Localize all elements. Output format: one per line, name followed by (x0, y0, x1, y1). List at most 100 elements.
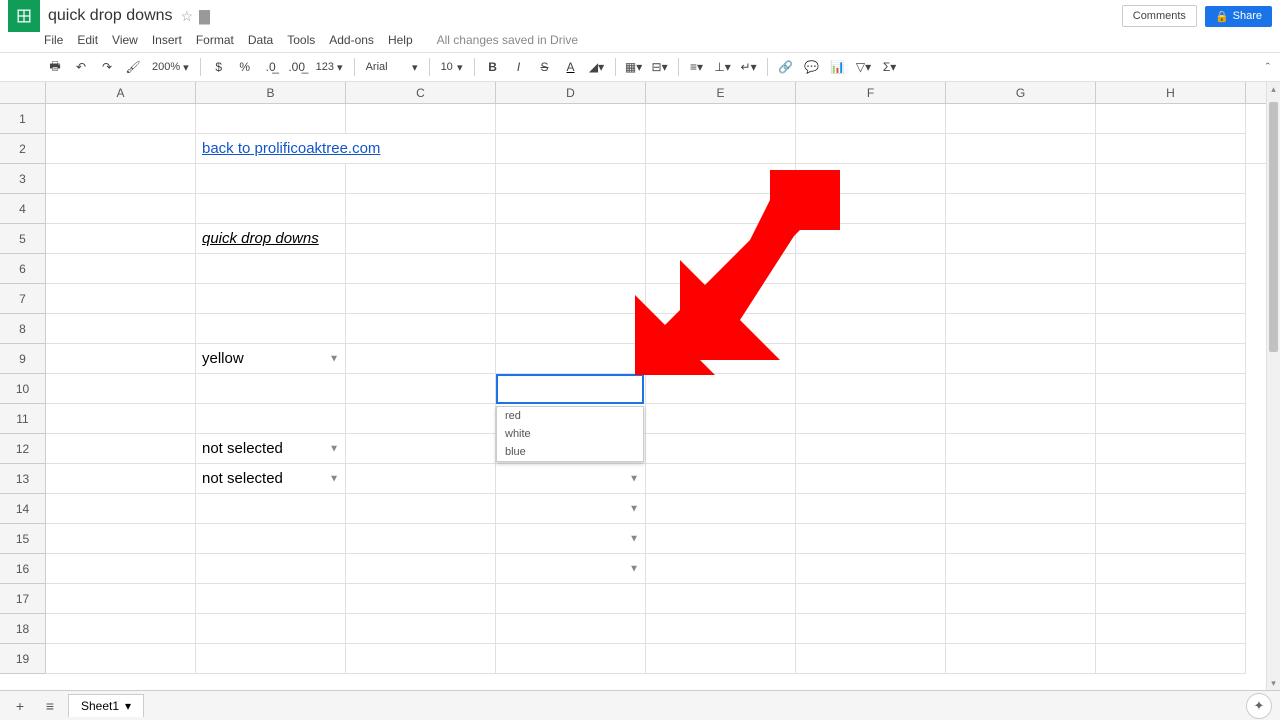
cell-e19[interactable] (646, 644, 796, 674)
cell-f1[interactable] (796, 104, 946, 134)
cell-f15[interactable] (796, 524, 946, 554)
cell-c1[interactable] (346, 104, 496, 134)
cell-h11[interactable] (1096, 404, 1246, 434)
row-header-10[interactable]: 10 (0, 374, 45, 404)
cell-g11[interactable] (946, 404, 1096, 434)
share-button[interactable]: 🔒 Share (1205, 6, 1272, 27)
cell-g15[interactable] (946, 524, 1096, 554)
row-header-3[interactable]: 3 (0, 164, 45, 194)
dropdown-arrow-icon[interactable]: ▼ (329, 443, 339, 454)
wrap-icon[interactable]: ↵▾ (738, 56, 760, 78)
cell-c8[interactable] (346, 314, 496, 344)
cell-a15[interactable] (46, 524, 196, 554)
cell-b9[interactable]: yellow▼ (196, 344, 346, 374)
cell-b16[interactable] (196, 554, 346, 584)
row-header-16[interactable]: 16 (0, 554, 45, 584)
cell-h8[interactable] (1096, 314, 1246, 344)
cell-c7[interactable] (346, 284, 496, 314)
cell-b7[interactable] (196, 284, 346, 314)
row-header-12[interactable]: 12 (0, 434, 45, 464)
cell-d13[interactable]: ▼ (496, 464, 646, 494)
cell-e14[interactable] (646, 494, 796, 524)
cell-a1[interactable] (46, 104, 196, 134)
valign-icon[interactable]: ⊥▾ (712, 56, 734, 78)
chart-icon[interactable]: 📊 (827, 56, 849, 78)
cell-c12[interactable] (346, 434, 496, 464)
cell-g17[interactable] (946, 584, 1096, 614)
row-header-7[interactable]: 7 (0, 284, 45, 314)
cell-c13[interactable] (346, 464, 496, 494)
cell-b2[interactable]: back to prolificoaktree.com (196, 134, 496, 164)
decrease-decimal-icon[interactable]: .0̲ (260, 56, 282, 78)
cell-f13[interactable] (796, 464, 946, 494)
cell-d18[interactable] (496, 614, 646, 644)
cell-b12[interactable]: not selected▼ (196, 434, 346, 464)
row-header-11[interactable]: 11 (0, 404, 45, 434)
cell-e11[interactable] (646, 404, 796, 434)
cell-h14[interactable] (1096, 494, 1246, 524)
all-sheets-button[interactable]: ≡ (38, 694, 62, 718)
collapse-toolbar-icon[interactable]: ˆ (1266, 60, 1270, 75)
increase-decimal-icon[interactable]: .00̲ (286, 56, 308, 78)
cell-c6[interactable] (346, 254, 496, 284)
cell-h9[interactable] (1096, 344, 1246, 374)
menu-tools[interactable]: Tools (287, 33, 315, 47)
strikethrough-icon[interactable]: S (534, 56, 556, 78)
cell-d14[interactable]: ▼ (496, 494, 646, 524)
row-header-6[interactable]: 6 (0, 254, 45, 284)
font-size-select[interactable]: 10▾ (437, 61, 467, 74)
cell-g2[interactable] (1096, 134, 1246, 164)
cell-c5[interactable] (346, 224, 496, 254)
comments-button[interactable]: Comments (1122, 5, 1197, 27)
cell-f18[interactable] (796, 614, 946, 644)
cell-c9[interactable] (346, 344, 496, 374)
cell-g4[interactable] (946, 194, 1096, 224)
menu-help[interactable]: Help (388, 33, 413, 47)
dropdown-arrow-icon[interactable]: ▼ (329, 353, 339, 364)
cell-a18[interactable] (46, 614, 196, 644)
cell-c11[interactable] (346, 404, 496, 434)
cell-a14[interactable] (46, 494, 196, 524)
row-header-5[interactable]: 5 (0, 224, 45, 254)
bold-icon[interactable]: B (482, 56, 504, 78)
currency-icon[interactable]: $ (208, 56, 230, 78)
document-title[interactable]: quick drop downs (48, 7, 173, 25)
row-header-17[interactable]: 17 (0, 584, 45, 614)
cell-h6[interactable] (1096, 254, 1246, 284)
fill-color-icon[interactable]: ◢▾ (586, 56, 608, 78)
cell-d17[interactable] (496, 584, 646, 614)
cell-f19[interactable] (796, 644, 946, 674)
cell-h5[interactable] (1096, 224, 1246, 254)
cell-b14[interactable] (196, 494, 346, 524)
scroll-up-icon[interactable]: ▴ (1267, 82, 1280, 96)
cell-g16[interactable] (946, 554, 1096, 584)
row-header-8[interactable]: 8 (0, 314, 45, 344)
menu-file[interactable]: File (44, 33, 63, 47)
cell-g5[interactable] (946, 224, 1096, 254)
add-sheet-button[interactable]: + (8, 694, 32, 718)
cell-h4[interactable] (1096, 194, 1246, 224)
cell-c14[interactable] (346, 494, 496, 524)
comment-icon[interactable]: 💬 (801, 56, 823, 78)
cell-a7[interactable] (46, 284, 196, 314)
row-header-15[interactable]: 15 (0, 524, 45, 554)
merge-icon[interactable]: ⊟▾ (649, 56, 671, 78)
cell-a16[interactable] (46, 554, 196, 584)
cell-b18[interactable] (196, 614, 346, 644)
column-header-g[interactable]: G (946, 82, 1096, 103)
sheet-tab[interactable]: Sheet1 ▾ (68, 694, 144, 717)
column-header-a[interactable]: A (46, 82, 196, 103)
redo-icon[interactable]: ↷ (96, 56, 118, 78)
menu-edit[interactable]: Edit (77, 33, 98, 47)
cell-b17[interactable] (196, 584, 346, 614)
star-icon[interactable]: ☆ (181, 8, 194, 25)
cell-a9[interactable] (46, 344, 196, 374)
cell-b3[interactable] (196, 164, 346, 194)
cell-e15[interactable] (646, 524, 796, 554)
cell-b15[interactable] (196, 524, 346, 554)
column-header-c[interactable]: C (346, 82, 496, 103)
cell-c18[interactable] (346, 614, 496, 644)
cell-d19[interactable] (496, 644, 646, 674)
cell-g9[interactable] (946, 344, 1096, 374)
number-format-select[interactable]: 123▾ (312, 61, 347, 74)
